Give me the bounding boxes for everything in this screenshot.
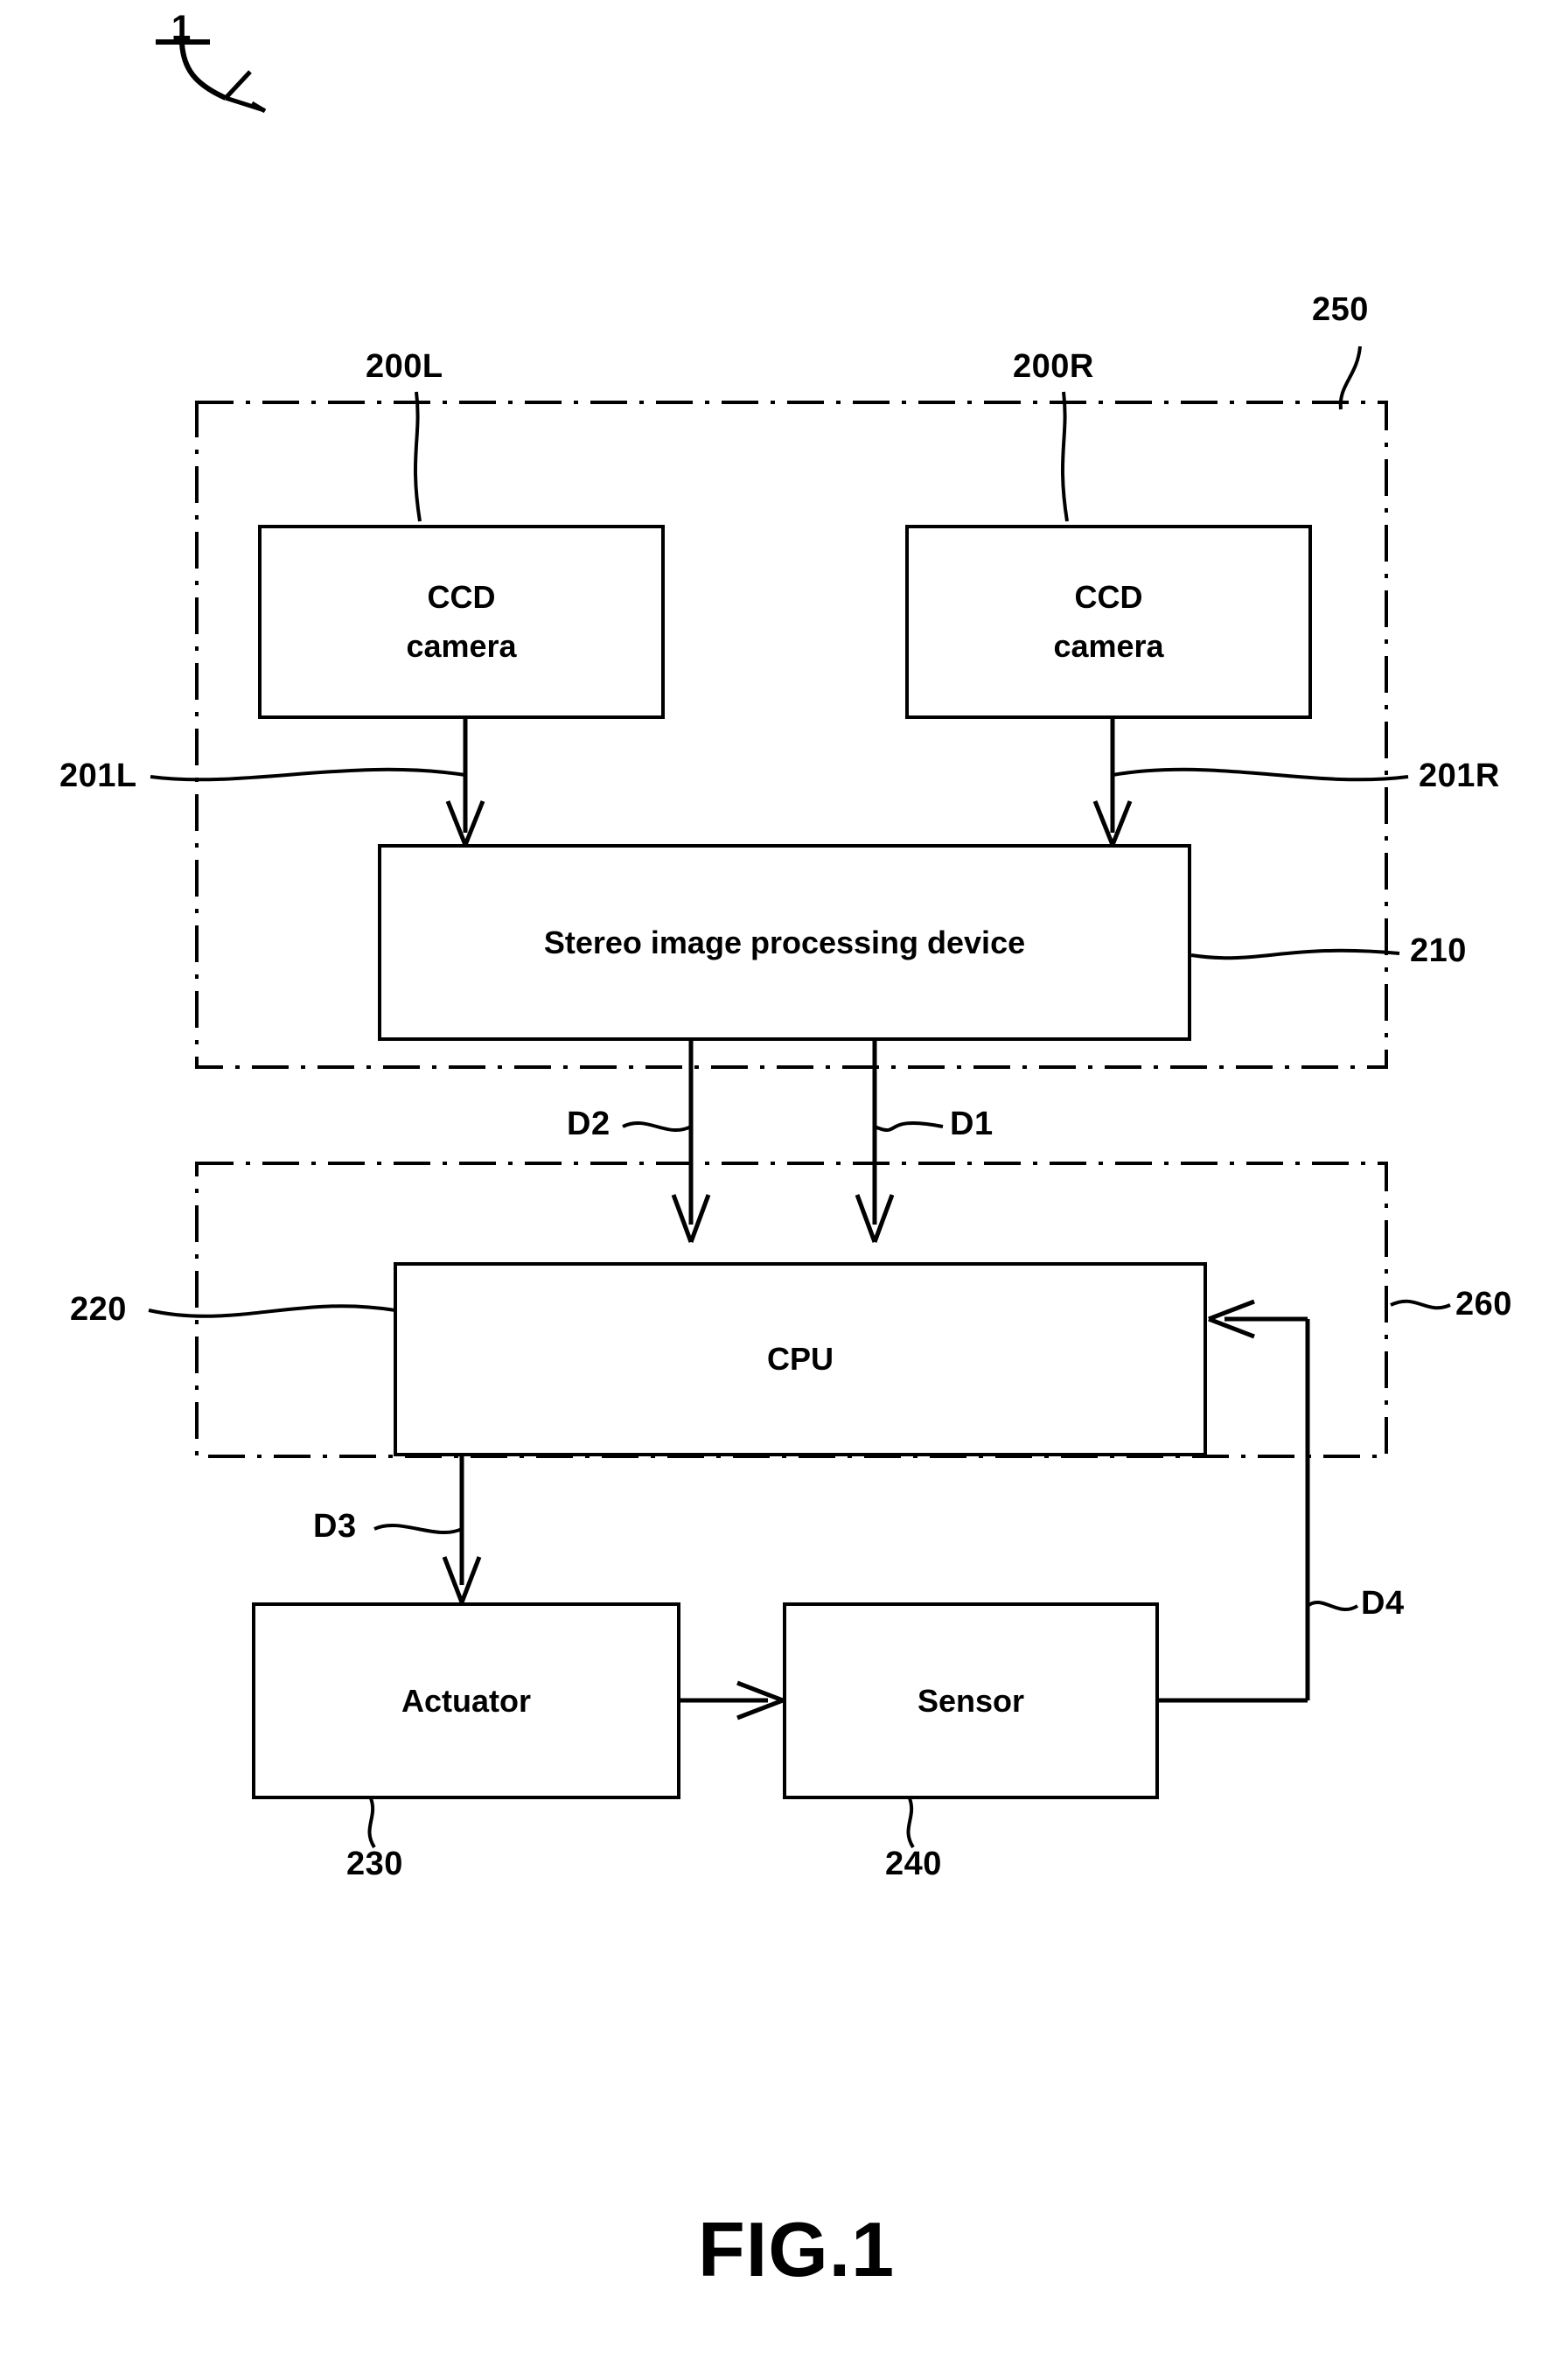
arrow-d2-stereo-to-cpu (671, 1041, 711, 1243)
block-cpu: CPU (394, 1262, 1207, 1456)
leader-d3 (373, 1524, 463, 1534)
block-ccd-camera-left-label: CCD camera (406, 579, 517, 664)
block-stereo-image-processing-device-label: Stereo image processing device (543, 924, 1026, 960)
block-stereo-image-processing-device: Stereo image processing device (378, 844, 1191, 1041)
ref-label-220: 220 (70, 1291, 127, 1328)
block-cpu-label: CPU (766, 1341, 834, 1377)
leader-260 (1390, 1299, 1451, 1310)
arrow-actuator-to-sensor (680, 1680, 784, 1720)
arrow-ccdL-to-stereo (445, 719, 485, 846)
block-ccd-camera-left: CCD camera (258, 525, 665, 719)
patent-figure: CCD camera CCD camera Stereo image proce… (0, 0, 1542, 2380)
ref-label-200R: 200R (1013, 348, 1094, 385)
leader-d4 (1306, 1600, 1359, 1612)
ref-label-260: 260 (1455, 1286, 1512, 1323)
signal-label-201R: 201R (1419, 757, 1500, 794)
ref-label-250: 250 (1312, 291, 1369, 328)
signal-label-d4: D4 (1361, 1585, 1405, 1622)
leader-200R (1060, 391, 1069, 522)
leader-d2 (622, 1120, 692, 1133)
signal-label-d3: D3 (313, 1508, 357, 1545)
leader-201L (150, 767, 466, 782)
ref-label-240: 240 (885, 1846, 942, 1882)
leader-220 (148, 1304, 396, 1318)
arrow-ccdR-to-stereo (1092, 719, 1133, 846)
ref-label-210: 210 (1410, 932, 1467, 969)
system-number-leader (156, 39, 267, 114)
leader-250 (1338, 345, 1362, 410)
signal-label-d2: D2 (567, 1106, 611, 1142)
block-actuator-label: Actuator (401, 1682, 531, 1719)
figure-vector-layer (148, 39, 1451, 1849)
arrow-d1-stereo-to-cpu (855, 1041, 895, 1243)
leader-240 (906, 1797, 915, 1849)
system-number-label: 1 (171, 9, 192, 47)
leader-230 (367, 1797, 376, 1849)
ref-label-200L: 200L (366, 348, 443, 385)
block-ccd-camera-right: CCD camera (905, 525, 1312, 719)
block-sensor: Sensor (783, 1602, 1159, 1799)
leader-201R (1112, 767, 1409, 782)
leader-210 (1190, 948, 1400, 960)
block-ccd-camera-right-label: CCD camera (1053, 579, 1164, 664)
ref-label-230: 230 (346, 1846, 403, 1882)
figure-caption: FIG.1 (698, 2206, 896, 2293)
block-sensor-label: Sensor (917, 1682, 1025, 1719)
leader-200L (413, 391, 422, 522)
block-actuator: Actuator (252, 1602, 680, 1799)
leader-d1 (874, 1120, 944, 1133)
signal-label-201L: 201L (59, 757, 137, 794)
signal-label-d1: D1 (950, 1106, 994, 1142)
